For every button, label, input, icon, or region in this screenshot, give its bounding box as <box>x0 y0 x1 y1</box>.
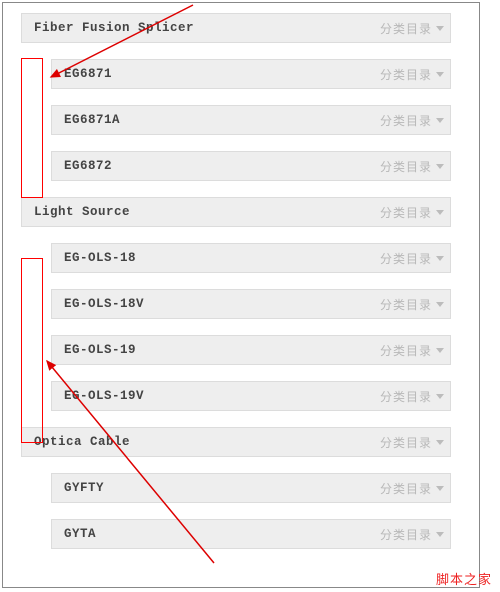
dropdown-label: 分类目录 <box>380 296 432 313</box>
panel: Fiber Fusion Splicer 分类目录 EG6871 分类目录 EG… <box>2 2 480 588</box>
category-dropdown[interactable]: 分类目录 <box>380 112 444 129</box>
category-row-optica-cable[interactable]: Optica Cable 分类目录 <box>21 427 451 457</box>
subcategory-label: EG-OLS-19V <box>64 389 144 403</box>
dropdown-label: 分类目录 <box>380 388 432 405</box>
chevron-down-icon <box>436 26 444 31</box>
subcategory-label: EG6871 <box>64 67 112 81</box>
subcategory-row-eg-ols-19[interactable]: EG-OLS-19 分类目录 <box>51 335 451 365</box>
subcategory-row-eg-ols-19v[interactable]: EG-OLS-19V 分类目录 <box>51 381 451 411</box>
subcategory-label: EG6872 <box>64 159 112 173</box>
category-dropdown[interactable]: 分类目录 <box>380 526 444 543</box>
subcategory-row-eg6871[interactable]: EG6871 分类目录 <box>51 59 451 89</box>
chevron-down-icon <box>436 72 444 77</box>
subcategory-row-gyta[interactable]: GYTA 分类目录 <box>51 519 451 549</box>
category-dropdown[interactable]: 分类目录 <box>380 342 444 359</box>
chevron-down-icon <box>436 302 444 307</box>
category-label: Light Source <box>34 205 130 219</box>
dropdown-label: 分类目录 <box>380 158 432 175</box>
watermark: 脚本之家 <box>436 569 492 588</box>
category-dropdown[interactable]: 分类目录 <box>380 20 444 37</box>
dropdown-label: 分类目录 <box>380 434 432 451</box>
dropdown-label: 分类目录 <box>380 66 432 83</box>
subcategory-row-eg6871a[interactable]: EG6871A 分类目录 <box>51 105 451 135</box>
subcategory-row-eg-ols-18[interactable]: EG-OLS-18 分类目录 <box>51 243 451 273</box>
category-label: Fiber Fusion Splicer <box>34 21 194 35</box>
category-label: Optica Cable <box>34 435 130 449</box>
dropdown-label: 分类目录 <box>380 480 432 497</box>
chevron-down-icon <box>436 440 444 445</box>
annotation-box-2 <box>21 258 43 443</box>
annotation-box-1 <box>21 58 43 198</box>
category-row-fiber-fusion-splicer[interactable]: Fiber Fusion Splicer 分类目录 <box>21 13 451 43</box>
category-dropdown[interactable]: 分类目录 <box>380 204 444 221</box>
dropdown-label: 分类目录 <box>380 342 432 359</box>
category-dropdown[interactable]: 分类目录 <box>380 434 444 451</box>
category-dropdown[interactable]: 分类目录 <box>380 480 444 497</box>
subcategory-label: GYFTY <box>64 481 104 495</box>
subcategory-label: EG-OLS-18 <box>64 251 136 265</box>
subcategory-row-eg6872[interactable]: EG6872 分类目录 <box>51 151 451 181</box>
subcategory-label: EG-OLS-18V <box>64 297 144 311</box>
subcategory-row-eg-ols-18v[interactable]: EG-OLS-18V 分类目录 <box>51 289 451 319</box>
category-dropdown[interactable]: 分类目录 <box>380 66 444 83</box>
chevron-down-icon <box>436 394 444 399</box>
chevron-down-icon <box>436 210 444 215</box>
category-row-light-source[interactable]: Light Source 分类目录 <box>21 197 451 227</box>
chevron-down-icon <box>436 486 444 491</box>
category-dropdown[interactable]: 分类目录 <box>380 296 444 313</box>
dropdown-label: 分类目录 <box>380 112 432 129</box>
category-dropdown[interactable]: 分类目录 <box>380 388 444 405</box>
subcategory-label: GYTA <box>64 527 96 541</box>
category-dropdown[interactable]: 分类目录 <box>380 250 444 267</box>
subcategory-label: EG-OLS-19 <box>64 343 136 357</box>
chevron-down-icon <box>436 256 444 261</box>
chevron-down-icon <box>436 118 444 123</box>
chevron-down-icon <box>436 532 444 537</box>
chevron-down-icon <box>436 164 444 169</box>
dropdown-label: 分类目录 <box>380 250 432 267</box>
subcategory-label: EG6871A <box>64 113 120 127</box>
subcategory-row-gyfty[interactable]: GYFTY 分类目录 <box>51 473 451 503</box>
dropdown-label: 分类目录 <box>380 526 432 543</box>
chevron-down-icon <box>436 348 444 353</box>
category-dropdown[interactable]: 分类目录 <box>380 158 444 175</box>
dropdown-label: 分类目录 <box>380 20 432 37</box>
dropdown-label: 分类目录 <box>380 204 432 221</box>
